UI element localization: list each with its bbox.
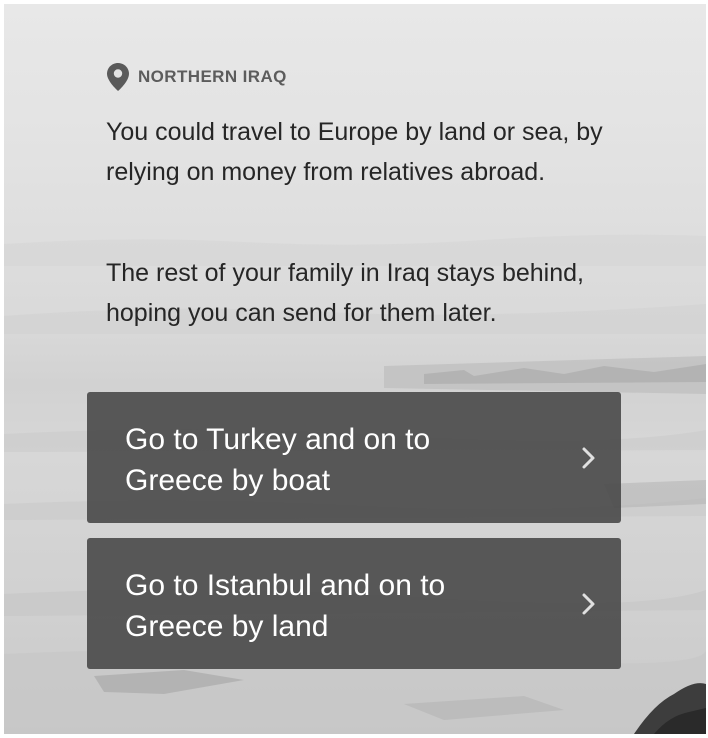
choice-button-istanbul-land[interactable]: Go to Istanbul and on to Greece by land [87, 538, 621, 669]
story-paragraph: The rest of your family in Iraq stays be… [106, 259, 584, 327]
location-label: NORTHERN IRAQ [138, 67, 287, 86]
story-panel: NORTHERN IRAQ You could travel to Europe… [4, 4, 706, 734]
location-tag: NORTHERN IRAQ [106, 62, 287, 92]
choice-label: Go to Turkey and on to Greece by boat [125, 423, 431, 497]
chevron-right-icon [582, 447, 595, 469]
choice-label: Go to Istanbul and on to Greece by land [125, 569, 446, 643]
choice-button-turkey-boat[interactable]: Go to Turkey and on to Greece by boat [87, 392, 621, 523]
story-paragraph: You could travel to Europe by land or se… [106, 118, 603, 186]
chevron-right-icon [582, 593, 595, 615]
map-pin-icon [107, 63, 129, 91]
